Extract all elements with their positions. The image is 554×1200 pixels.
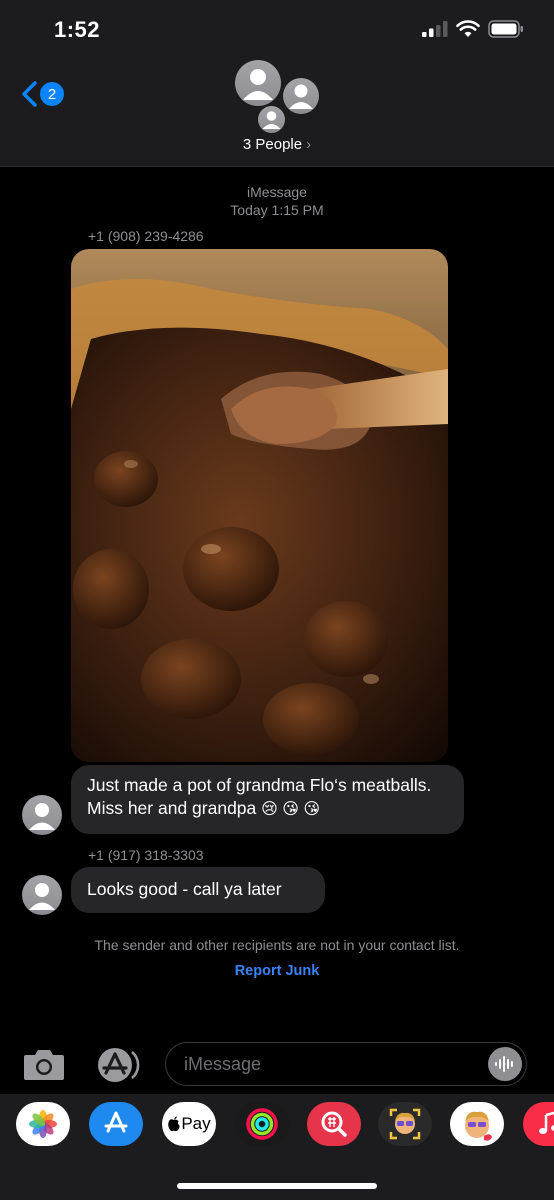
status-time: 1:52 xyxy=(54,17,101,42)
app-store-icon xyxy=(104,1111,128,1133)
memoji-stickers-app[interactable] xyxy=(450,1102,504,1146)
group-name[interactable]: 3 People › xyxy=(0,136,554,153)
message-bubble[interactable]: Just made a pot of grandma Flo‘s meatbal… xyxy=(71,765,464,834)
conversation-header: 2 3 People › xyxy=(0,58,554,167)
camera-button[interactable] xyxy=(22,1047,66,1081)
emoji-reactions: 😢 😘 😘 xyxy=(261,801,321,818)
message-text: Just made a pot of grandma Flo‘s meatbal… xyxy=(87,775,432,818)
wifi-icon xyxy=(456,20,480,37)
photos-icon xyxy=(29,1110,57,1138)
apps-button[interactable] xyxy=(94,1047,140,1083)
apple-pay-icon xyxy=(168,1116,180,1132)
status-icons xyxy=(422,20,524,38)
thread-timestamp: Today 1:15 PM xyxy=(230,202,324,218)
battery-icon xyxy=(488,20,523,38)
cellular-signal-icon xyxy=(422,21,448,37)
sender-avatar[interactable] xyxy=(22,795,62,835)
app-store-icon xyxy=(98,1048,140,1082)
photos-app[interactable] xyxy=(16,1102,70,1146)
sender-number: +1 (917) 318-3303 xyxy=(88,847,204,863)
music-app[interactable] xyxy=(523,1102,554,1146)
sender-avatar[interactable] xyxy=(22,875,62,915)
avatar xyxy=(235,60,281,106)
avatar xyxy=(283,78,319,114)
app-store-app[interactable] xyxy=(89,1102,143,1146)
message-bubble[interactable]: Looks good - call ya later xyxy=(71,867,325,913)
group-avatars[interactable] xyxy=(233,58,323,136)
waveform-icon xyxy=(495,1056,513,1072)
meatballs-photo[interactable] xyxy=(71,249,448,762)
camera-icon xyxy=(24,1050,64,1080)
memoji-stickers-icon xyxy=(465,1111,492,1141)
activity-app[interactable] xyxy=(235,1102,289,1146)
unknown-sender-notice: The sender and other recipients are not … xyxy=(94,937,460,953)
image-search-app[interactable] xyxy=(307,1102,361,1146)
apple-pay-app[interactable]: Pay xyxy=(162,1102,216,1146)
avatar xyxy=(258,106,285,133)
message-input-placeholder: iMessage xyxy=(184,1054,262,1074)
image-search-icon xyxy=(321,1111,347,1137)
chevron-right-icon: › xyxy=(306,136,312,153)
unread-count-badge: 2 xyxy=(40,82,64,106)
home-indicator[interactable] xyxy=(177,1183,377,1189)
sender-number: +1 (908) 239-4286 xyxy=(88,228,204,244)
memoji-app[interactable] xyxy=(378,1102,432,1146)
memoji-icon xyxy=(389,1108,421,1140)
apple-pay-label: Pay xyxy=(181,1114,211,1133)
report-junk-link[interactable]: Report Junk xyxy=(0,963,554,979)
chevron-left-icon xyxy=(22,81,37,107)
activity-icon xyxy=(246,1108,278,1140)
group-name-label: 3 People xyxy=(242,136,303,153)
message-text: Looks good - call ya later xyxy=(87,879,282,899)
back-button[interactable]: 2 xyxy=(20,80,64,108)
service-label: iMessage xyxy=(247,184,307,200)
status-bar: 1:52 xyxy=(0,0,554,58)
audio-message-button[interactable] xyxy=(488,1047,522,1081)
music-icon xyxy=(539,1111,554,1134)
message-input[interactable]: iMessage xyxy=(165,1042,527,1086)
